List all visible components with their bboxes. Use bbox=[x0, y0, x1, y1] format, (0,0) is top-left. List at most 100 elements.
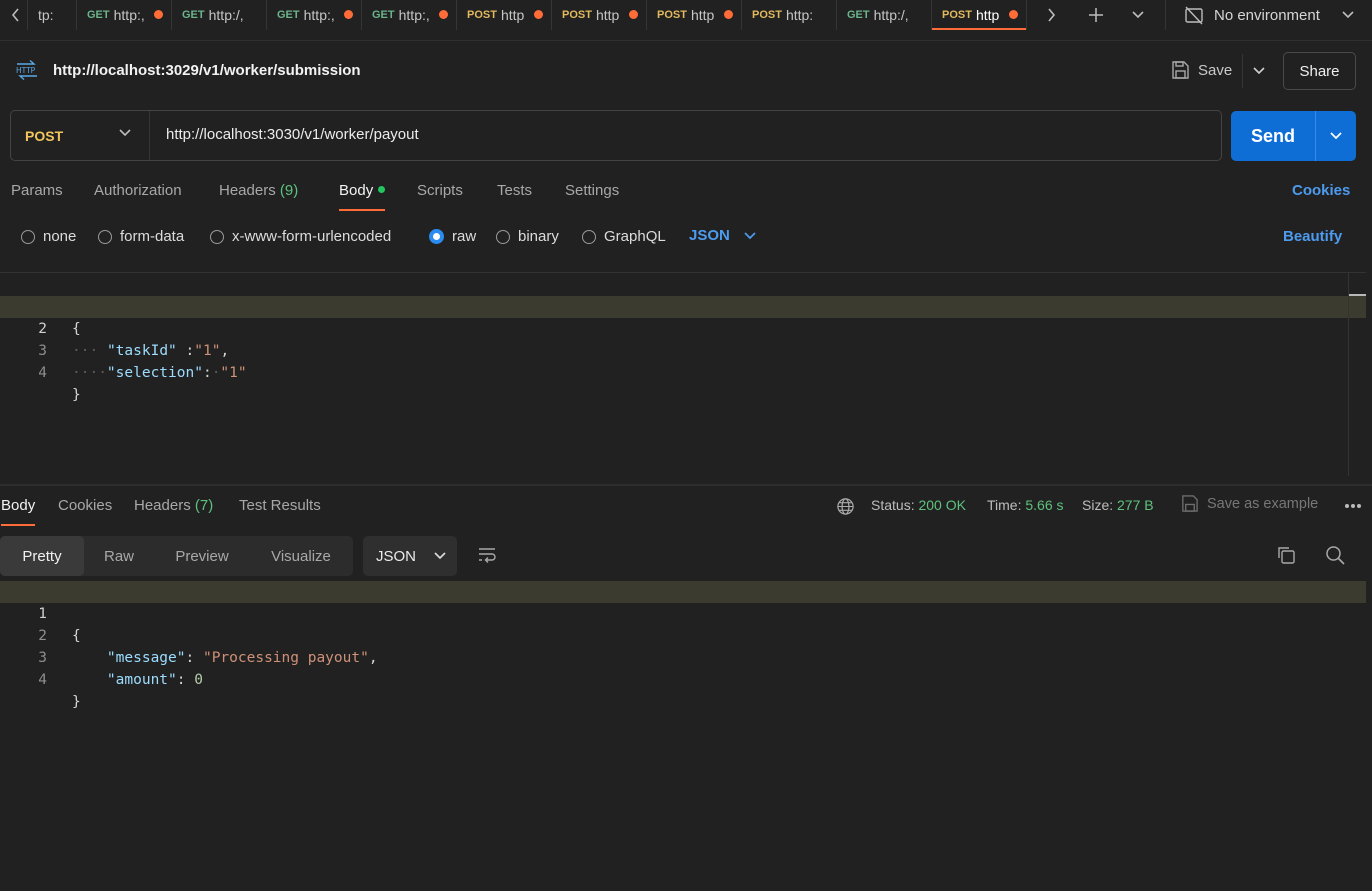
chevron-down-icon bbox=[119, 129, 131, 137]
chevron-down-icon bbox=[1342, 11, 1354, 19]
response-tab-headers[interactable]: Headers (7) bbox=[134, 497, 213, 514]
tab-authorization[interactable]: Authorization bbox=[94, 182, 182, 199]
copy-icon[interactable] bbox=[1276, 545, 1296, 565]
status-label: Status: bbox=[871, 497, 915, 513]
request-tab[interactable]: GET http:, bbox=[266, 0, 361, 30]
request-tab[interactable]: POST http bbox=[551, 0, 646, 30]
scroll-tabs-right-button[interactable] bbox=[1026, 0, 1074, 30]
tab-tests[interactable]: Tests bbox=[497, 182, 532, 199]
tab-label: http:/, bbox=[873, 7, 909, 23]
method-selector[interactable]: POST bbox=[11, 111, 150, 160]
response-body-viewer[interactable]: 1 { 2 "message": "Processing payout", 3 … bbox=[0, 581, 1366, 881]
unsaved-dot-icon bbox=[629, 10, 638, 19]
tab-label: http:, bbox=[398, 7, 430, 23]
json-separator: : bbox=[202, 365, 212, 381]
tab-list-dropdown-button[interactable] bbox=[1118, 0, 1158, 30]
radio-circle bbox=[98, 229, 112, 244]
url-bar: POST http://localhost:3030/v1/worker/pay… bbox=[10, 110, 1222, 161]
cookies-link[interactable]: Cookies bbox=[1292, 182, 1350, 199]
response-status[interactable]: Status: 200 OK bbox=[871, 497, 966, 513]
send-button[interactable]: Send bbox=[1231, 111, 1315, 161]
time-value: 5.66 s bbox=[1025, 497, 1064, 513]
save-as-example-button[interactable]: Save as example bbox=[1180, 494, 1318, 513]
response-time[interactable]: Time: 5.66 s bbox=[987, 497, 1064, 513]
json-value: "1" bbox=[220, 365, 247, 381]
tab-settings[interactable]: Settings bbox=[565, 182, 619, 199]
response-headers-label: Headers bbox=[134, 497, 191, 514]
response-format-selector[interactable]: JSON bbox=[363, 536, 457, 576]
response-tab-body[interactable]: Body bbox=[1, 497, 36, 526]
request-tab[interactable]: GET http:/, bbox=[171, 0, 266, 30]
request-tab[interactable]: POST http bbox=[646, 0, 741, 30]
response-tab-test-results[interactable]: Test Results bbox=[239, 497, 321, 514]
svg-text:HTTP: HTTP bbox=[16, 66, 36, 75]
response-tabs: Body Cookies Headers (7) Test Results St… bbox=[0, 490, 1372, 526]
view-preview[interactable]: Preview bbox=[156, 536, 248, 576]
request-tab-active[interactable]: POST http bbox=[931, 0, 1026, 30]
body-indicator-icon bbox=[378, 186, 386, 193]
unsaved-dot-icon bbox=[439, 10, 448, 19]
line-number: 4 bbox=[38, 365, 47, 381]
tab-label: http bbox=[975, 7, 1000, 23]
response-tab-cookies[interactable]: Cookies bbox=[58, 497, 112, 514]
tab-headers[interactable]: Headers (9) bbox=[219, 182, 298, 199]
radio-label: none bbox=[43, 228, 77, 245]
unsaved-dot-icon bbox=[724, 10, 733, 19]
editor-scrollbar[interactable] bbox=[1348, 272, 1366, 476]
tab-params[interactable]: Params bbox=[11, 182, 63, 199]
tab-scripts[interactable]: Scripts bbox=[417, 182, 463, 199]
save-as-example-label: Save as example bbox=[1207, 495, 1319, 512]
plus-icon bbox=[1089, 8, 1103, 22]
tab-body[interactable]: Body bbox=[339, 182, 386, 211]
send-options-button[interactable] bbox=[1315, 111, 1356, 161]
tab-body-label: Body bbox=[339, 182, 374, 199]
json-key: "selection" bbox=[106, 365, 203, 381]
code-line-active: 1 { bbox=[0, 581, 1366, 644]
more-options-icon[interactable] bbox=[1345, 504, 1361, 508]
request-body-editor[interactable]: 1 { 2 ··· "taskId" :"1", 3 ····"selectio… bbox=[0, 272, 1366, 476]
request-title[interactable]: http://localhost:3029/v1/worker/submissi… bbox=[53, 62, 361, 79]
share-button[interactable]: Share bbox=[1283, 52, 1356, 90]
request-tab[interactable]: POST http: bbox=[741, 0, 836, 30]
environment-selector[interactable]: No environment bbox=[1165, 0, 1372, 30]
wrap-lines-icon[interactable] bbox=[477, 545, 497, 565]
beautify-button[interactable]: Beautify bbox=[1283, 228, 1342, 245]
radio-urlencoded[interactable]: x-www-form-urlencoded bbox=[210, 228, 391, 245]
radio-none[interactable]: none bbox=[21, 228, 76, 245]
request-tab[interactable]: GET http:, bbox=[76, 0, 171, 30]
language-selector[interactable]: JSON bbox=[689, 227, 756, 244]
response-size[interactable]: Size: 277 B bbox=[1082, 497, 1154, 513]
view-raw[interactable]: Raw bbox=[86, 536, 152, 576]
save-options-button[interactable] bbox=[1242, 54, 1274, 88]
unsaved-dot-icon bbox=[344, 10, 353, 19]
save-button[interactable]: Save bbox=[1170, 60, 1232, 80]
view-mode-segmented-control: Pretty Raw Preview Visualize bbox=[0, 536, 353, 576]
view-visualize[interactable]: Visualize bbox=[252, 536, 350, 576]
chevron-down-icon bbox=[744, 231, 756, 239]
request-header: HTTP http://localhost:3029/v1/worker/sub… bbox=[0, 42, 1372, 102]
radio-form-data[interactable]: form-data bbox=[98, 228, 184, 245]
response-headers-count: (7) bbox=[194, 497, 214, 514]
search-icon[interactable] bbox=[1325, 545, 1345, 565]
request-tab[interactable]: POST http bbox=[456, 0, 551, 30]
radio-binary[interactable]: binary bbox=[496, 228, 559, 245]
radio-graphql[interactable]: GraphQL bbox=[582, 228, 666, 245]
radio-label: form-data bbox=[120, 228, 185, 245]
globe-icon[interactable] bbox=[836, 497, 855, 516]
request-tab[interactable]: tp: bbox=[27, 0, 77, 30]
radio-circle bbox=[496, 229, 510, 244]
request-tab[interactable]: GET http:, bbox=[361, 0, 456, 30]
method-label: POST bbox=[25, 127, 64, 144]
radio-circle bbox=[21, 229, 35, 244]
new-tab-button[interactable] bbox=[1074, 0, 1118, 30]
radio-raw[interactable]: raw bbox=[429, 228, 476, 245]
pane-divider[interactable] bbox=[0, 484, 1372, 486]
unsaved-dot-icon bbox=[1009, 10, 1018, 19]
request-tab-bar: tp: GET http:, GET http:/, GET http:, GE… bbox=[0, 0, 1372, 41]
view-pretty[interactable]: Pretty bbox=[0, 536, 84, 576]
tab-label: http:, bbox=[303, 7, 335, 23]
code-line-active: 2 ··· "taskId" :"1", bbox=[0, 296, 1366, 359]
url-input[interactable]: http://localhost:3030/v1/worker/payout bbox=[166, 126, 419, 143]
request-tab[interactable]: GET http:/, bbox=[836, 0, 931, 30]
tab-label: http bbox=[595, 7, 620, 23]
